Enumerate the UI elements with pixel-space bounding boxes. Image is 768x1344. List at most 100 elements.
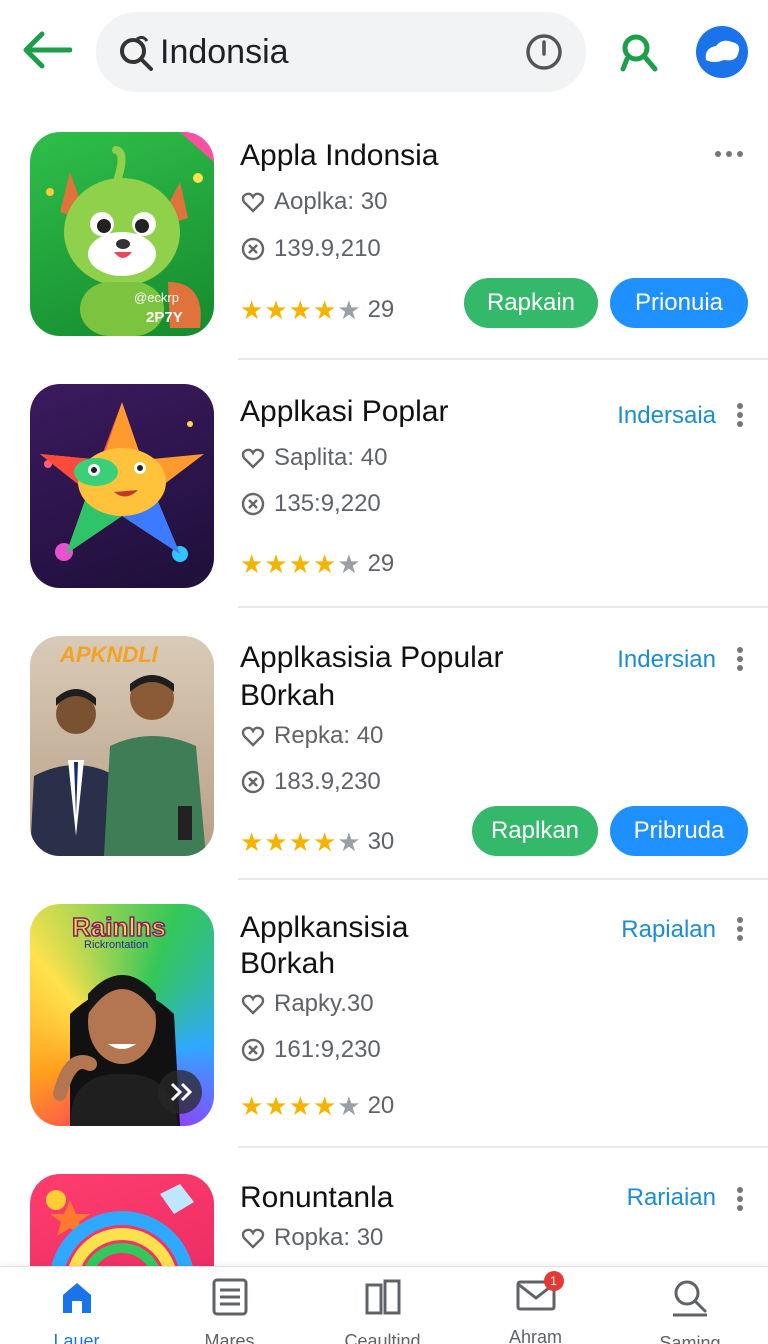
install-button[interactable]: Raplkan <box>472 806 598 856</box>
app-title-line-2: B0rkah <box>240 679 336 712</box>
app-title[interactable]: Applkansisia <box>240 910 408 946</box>
rating-count: 20 <box>367 1092 395 1119</box>
star-icon: ★ <box>240 1091 264 1121</box>
rating-count: 30 <box>367 828 395 855</box>
icon-brand-text: Rainlns <box>72 912 166 942</box>
app-meta-downloads: 183.9,230 <box>240 768 381 796</box>
rating-stars: ★ ★ ★ ★ ★ 29 <box>240 550 394 578</box>
search-icon <box>668 1277 712 1319</box>
heart-icon <box>240 189 266 215</box>
nav-item-home[interactable]: Lauer <box>0 1267 153 1344</box>
star-icon: ★ <box>240 549 264 579</box>
app-meta-text: Saplita: 40 <box>274 444 388 471</box>
app-meta-likes: Aoplka: 30 <box>240 188 387 216</box>
app-meta-likes: Ropka: 30 <box>240 1224 383 1252</box>
app-list-item[interactable]: APKNDLI Applkasisia Popular B0rkah Repka… <box>0 608 768 880</box>
star-icon: ★ <box>312 1091 337 1121</box>
app-title[interactable]: Applkasisia Popular <box>240 640 503 676</box>
book-icon <box>361 1277 405 1317</box>
home-icon <box>55 1277 99 1317</box>
rating-stars: ★ ★ ★ ★ ★ 30 <box>240 828 394 856</box>
mail-icon: 1 <box>514 1271 564 1313</box>
heart-icon <box>240 991 266 1017</box>
developer-link[interactable]: Indersaia <box>617 402 716 430</box>
download-count-icon <box>240 769 266 795</box>
install-button[interactable]: Rapkain <box>464 278 598 328</box>
app-title[interactable]: Appla Indonsia <box>240 138 439 174</box>
rating-stars: ★ ★ ★ ★ ★ 20 <box>240 1092 394 1120</box>
app-list-item[interactable]: Applkasi Poplar Saplita: 40 135:9,220 ★ ★… <box>0 360 768 608</box>
star-icon: ★ <box>264 295 288 325</box>
developer-link[interactable]: Rapialan <box>621 916 716 944</box>
app-icon-photo[interactable]: APKNDLI <box>30 636 214 856</box>
nav-item-list[interactable]: Mares <box>153 1267 306 1344</box>
star-icon: ★ <box>288 1091 312 1121</box>
app-title-line-2: B0rkah <box>240 947 336 980</box>
nav-label: Ceaultind <box>344 1331 421 1344</box>
rating-stars: ★ ★ ★ ★ ★ 29 <box>240 296 394 324</box>
star-icon: ★ <box>288 295 312 325</box>
heart-icon <box>240 1225 266 1251</box>
nav-label: Ahram <box>508 1327 562 1344</box>
notification-badge: 1 <box>543 1271 564 1291</box>
star-icon: ★ <box>312 549 337 579</box>
star-icon: ★ <box>337 295 361 325</box>
star-icon: ★ <box>337 549 361 579</box>
app-meta-likes: Saplita: 40 <box>240 444 387 472</box>
star-icon: ★ <box>337 827 361 857</box>
star-icon: ★ <box>288 549 312 579</box>
app-list-item[interactable]: Rainlns Rickrontation Applkansisia B0rka… <box>0 880 768 1148</box>
preorder-button[interactable]: Pribruda <box>610 806 748 856</box>
app-meta-downloads: 161:9,230 <box>240 1036 381 1064</box>
bottom-navigation: Lauer Mares Ceaultind 1 Ahram Saming <box>0 1266 768 1344</box>
app-meta-downloads: 135:9,220 <box>240 490 381 518</box>
nav-label: Mares <box>204 1331 255 1344</box>
app-title[interactable]: Ronuntanla <box>240 1180 393 1216</box>
star-icon: ★ <box>288 827 312 857</box>
app-meta-likes: Repka: 40 <box>240 722 383 750</box>
more-options-icon[interactable] <box>730 912 750 946</box>
app-icon-rainbow[interactable] <box>30 1174 214 1266</box>
app-title[interactable]: Applkasi Poplar <box>240 394 448 430</box>
star-icon: ★ <box>312 827 337 857</box>
icon-brand-text-2: 2P7Y <box>146 309 183 326</box>
app-meta-likes: Rapky.30 <box>240 990 374 1018</box>
nav-label: Saming <box>659 1333 721 1344</box>
more-options-icon[interactable] <box>730 1182 750 1216</box>
app-icon-star[interactable] <box>30 384 214 588</box>
app-list-item[interactable]: @eckrp 2P7Y Appla Indonsia Aoplka: 30 13… <box>0 0 768 360</box>
list-icon <box>208 1277 252 1317</box>
rating-count: 29 <box>367 550 395 577</box>
app-meta-text: 139.9,210 <box>274 235 381 262</box>
star-icon: ★ <box>337 1091 361 1121</box>
preorder-button[interactable]: Prionuia <box>610 278 748 328</box>
app-meta-text: Rapky.30 <box>274 990 374 1017</box>
download-count-icon <box>240 491 266 517</box>
app-meta-text: Aoplka: 30 <box>274 188 388 215</box>
more-options-icon[interactable] <box>730 642 750 676</box>
app-icon-portrait[interactable]: Rainlns Rickrontation <box>30 904 214 1126</box>
app-meta-downloads: 139.9,210 <box>240 235 381 263</box>
more-options-icon[interactable] <box>730 398 750 432</box>
heart-icon <box>240 723 266 749</box>
heart-icon <box>240 445 266 471</box>
nav-item-mail[interactable]: 1 Ahram <box>459 1267 612 1344</box>
app-meta-text: 183.9,230 <box>274 768 381 795</box>
app-icon-mascot[interactable]: @eckrp 2P7Y <box>30 132 214 336</box>
icon-brand-text-1: @eckrp <box>134 290 179 305</box>
nav-item-library[interactable]: Ceaultind <box>306 1267 459 1344</box>
star-icon: ★ <box>240 295 264 325</box>
nav-item-search[interactable]: Saming <box>612 1267 768 1344</box>
more-options-icon[interactable] <box>712 144 746 164</box>
star-icon: ★ <box>240 827 264 857</box>
app-meta-text: Repka: 40 <box>274 722 384 749</box>
app-list-item[interactable]: Ronuntanla Ropka: 30 Rariaian <box>0 1148 768 1266</box>
star-icon: ★ <box>264 827 288 857</box>
icon-brand-text: APKNDLI <box>59 642 159 667</box>
developer-link[interactable]: Rariaian <box>627 1184 716 1212</box>
download-count-icon <box>240 1037 266 1063</box>
rating-count: 29 <box>367 296 395 323</box>
star-icon: ★ <box>264 1091 288 1121</box>
developer-link[interactable]: Indersian <box>617 646 716 674</box>
app-meta-text: Ropka: 30 <box>274 1224 384 1251</box>
